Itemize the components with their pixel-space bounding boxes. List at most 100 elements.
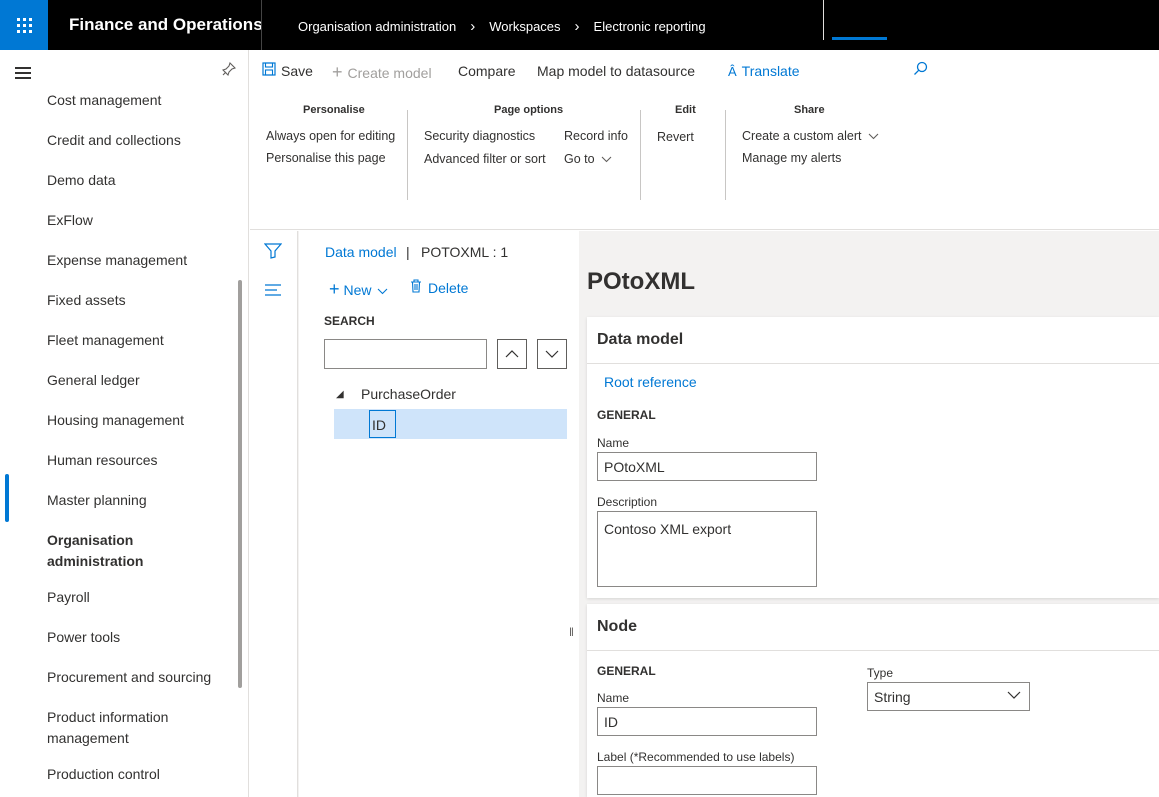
filter-icon[interactable]	[263, 243, 283, 264]
chevron-right-icon: ›	[470, 18, 476, 35]
chevron-down-icon	[545, 350, 559, 358]
data-model-link[interactable]: Data model	[325, 244, 397, 260]
create-model-button[interactable]: + Create model	[332, 62, 432, 83]
nav-item-procurement-and-sourcing[interactable]: Procurement and sourcing	[47, 667, 211, 688]
chevron-down-icon	[377, 282, 388, 298]
nav-item-fixed-assets[interactable]: Fixed assets	[47, 290, 126, 311]
translate-icon: Â	[728, 63, 737, 79]
nav-item-human-resources[interactable]: Human resources	[47, 450, 158, 471]
nav-item-organisation-administration[interactable]: Organisation administration	[47, 530, 157, 572]
revert-button[interactable]: Revert	[657, 130, 694, 144]
nav-active-indicator	[5, 474, 9, 522]
options-ribbon: Personalise Always open for editing Pers…	[250, 90, 1159, 230]
current-model-label: POTOXML : 1	[421, 244, 509, 260]
top-bar: Finance and Operations Organisation admi…	[0, 0, 1159, 50]
group-title-page-options: Page options	[494, 104, 564, 116]
data-model-card-header[interactable]: Data model	[587, 317, 1159, 364]
nav-item-product-information-management[interactable]: Product information management	[47, 707, 197, 749]
delete-button[interactable]: Delete	[410, 279, 468, 296]
divider	[261, 0, 262, 50]
splitter-handle[interactable]: ‖	[569, 625, 574, 639]
divider	[640, 110, 641, 200]
compare-button[interactable]: Compare	[458, 63, 516, 79]
create-custom-alert-label: Create a custom alert	[742, 129, 862, 143]
model-name-field[interactable]: POtoXML	[597, 452, 817, 481]
chevron-right-icon: ›	[574, 18, 580, 35]
security-diagnostics-button[interactable]: Security diagnostics	[424, 129, 535, 143]
map-model-to-datasource-button[interactable]: Map model to datasource	[537, 63, 695, 79]
new-label: New	[343, 281, 372, 298]
nav-item-credit-and-collections[interactable]: Credit and collections	[47, 130, 181, 151]
chevron-down-icon	[1007, 687, 1021, 702]
nav-scrollbar[interactable]	[238, 280, 242, 688]
search-label: SEARCH	[324, 314, 375, 328]
translate-button[interactable]: Â Translate	[728, 63, 800, 79]
personalise-this-page-button[interactable]: Personalise this page	[266, 151, 386, 165]
advanced-filter-button[interactable]: Advanced filter or sort	[424, 152, 546, 166]
chevron-down-icon	[868, 129, 879, 143]
save-label: Save	[281, 63, 313, 79]
divider	[725, 110, 726, 200]
collapse-triangle-icon[interactable]: ◢	[336, 389, 344, 400]
nav-item-master-planning[interactable]: Master planning	[47, 490, 147, 511]
type-select[interactable]: String	[867, 682, 1030, 711]
nav-item-general-ledger[interactable]: General ledger	[47, 370, 140, 391]
previous-match-button[interactable]	[497, 339, 527, 369]
breadcrumb-separator: |	[406, 244, 410, 260]
filter-rail	[250, 231, 298, 797]
node-label-field-label: Label (*Recommended to use labels)	[597, 750, 795, 764]
manage-my-alerts-button[interactable]: Manage my alerts	[742, 151, 841, 165]
chevron-up-icon	[505, 350, 519, 358]
app-title[interactable]: Finance and Operations	[69, 15, 263, 35]
chevron-down-icon	[601, 152, 612, 166]
node-card-header[interactable]: Node	[587, 604, 1159, 651]
always-open-for-editing-button[interactable]: Always open for editing	[266, 129, 395, 143]
nav-item-production-control[interactable]: Production control	[47, 764, 160, 785]
root-reference-link[interactable]: Root reference	[604, 374, 697, 390]
group-title-personalise: Personalise	[303, 104, 365, 116]
tab-active-indicator	[832, 37, 887, 40]
create-custom-alert-button[interactable]: Create a custom alert	[742, 129, 879, 143]
go-to-button[interactable]: Go to	[564, 152, 612, 166]
nav-item-housing-management[interactable]: Housing management	[47, 410, 184, 431]
hamburger-menu-icon[interactable]	[15, 67, 31, 79]
nav-item-demo-data[interactable]: Demo data	[47, 170, 115, 191]
type-field-label: Type	[867, 666, 894, 680]
app-launcher-button[interactable]	[0, 0, 48, 50]
description-field[interactable]: Contoso XML export	[597, 511, 817, 587]
breadcrumb-electronic-reporting[interactable]: Electronic reporting	[594, 19, 706, 34]
nav-item-cost-management[interactable]: Cost management	[47, 90, 161, 111]
node-label-field[interactable]	[597, 766, 817, 795]
next-match-button[interactable]	[537, 339, 567, 369]
tab-options[interactable]: Options	[823, 0, 894, 40]
save-icon	[262, 62, 276, 80]
new-button[interactable]: + New	[329, 279, 388, 300]
tree-node-purchaseorder[interactable]: PurchaseOrder	[361, 386, 456, 402]
save-button[interactable]: Save	[262, 62, 313, 80]
nav-item-power-tools[interactable]: Power tools	[47, 627, 120, 648]
search-icon[interactable]	[913, 61, 928, 76]
trash-icon	[410, 279, 422, 296]
plus-icon: +	[329, 279, 340, 299]
node-name-field[interactable]: ID	[597, 707, 817, 736]
pin-icon[interactable]	[221, 61, 237, 79]
breadcrumb-organisation-administration[interactable]: Organisation administration	[298, 19, 456, 34]
nav-item-fleet-management[interactable]: Fleet management	[47, 330, 164, 351]
tab-options-label: Options	[835, 13, 884, 29]
tree-node-id[interactable]: ID	[369, 410, 396, 438]
nav-item-exflow[interactable]: ExFlow	[47, 210, 93, 231]
search-input[interactable]	[324, 339, 487, 369]
delete-label: Delete	[428, 279, 469, 296]
nav-item-payroll[interactable]: Payroll	[47, 587, 90, 608]
group-title-edit: Edit	[675, 104, 696, 116]
breadcrumb-workspaces[interactable]: Workspaces	[489, 19, 560, 34]
plus-icon: +	[332, 62, 343, 82]
general-section-label: GENERAL	[597, 408, 656, 422]
go-to-label: Go to	[564, 152, 595, 166]
list-icon[interactable]	[264, 283, 282, 302]
nav-item-expense-management[interactable]: Expense management	[47, 250, 187, 271]
record-info-button[interactable]: Record info	[564, 129, 628, 143]
breadcrumb: Organisation administration › Workspaces…	[298, 18, 706, 35]
divider	[407, 110, 408, 200]
page-title: POtoXML	[587, 268, 695, 295]
